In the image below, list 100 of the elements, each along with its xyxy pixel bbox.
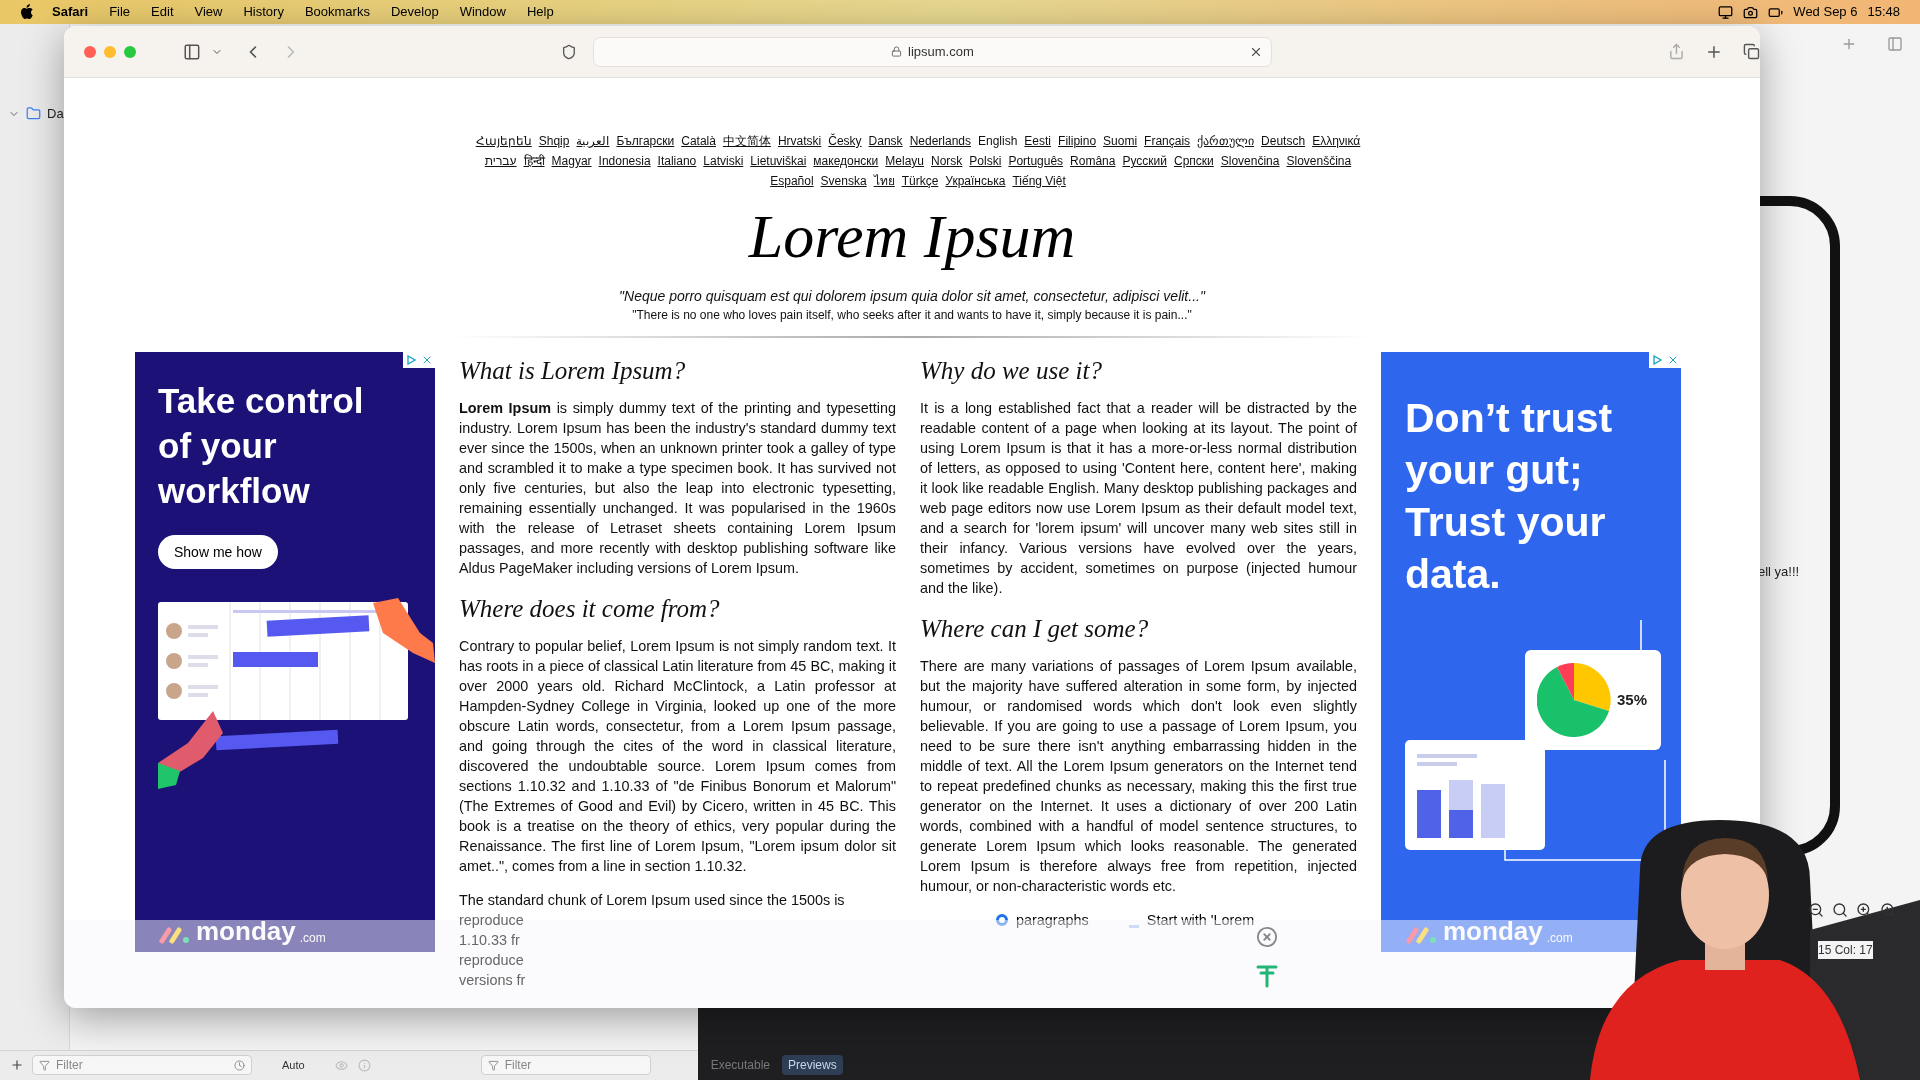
language-link[interactable]: Česky bbox=[828, 132, 862, 150]
ad-banner[interactable]: Take control of your workflow Show me how monday.com bbox=[135, 352, 435, 952]
navigator-item[interactable]: Da bbox=[47, 104, 64, 124]
preview-tab[interactable]: Executable bbox=[704, 1055, 776, 1075]
menu-item[interactable]: Edit bbox=[151, 2, 174, 22]
address-bar[interactable]: lipsum.com bbox=[592, 36, 1273, 67]
language-link[interactable]: ไทย bbox=[873, 172, 895, 190]
filter-icon[interactable] bbox=[487, 1059, 499, 1071]
close-icon[interactable] bbox=[1256, 926, 1278, 948]
language-link[interactable]: Magyar bbox=[551, 152, 592, 170]
filter-icon[interactable] bbox=[39, 1059, 50, 1071]
close-window-icon[interactable] bbox=[84, 45, 96, 58]
sidebar-toggle-icon[interactable] bbox=[1887, 36, 1903, 52]
language-link[interactable]: Suomi bbox=[1103, 132, 1138, 150]
language-link[interactable]: Indonesia bbox=[598, 152, 651, 170]
brand-name: monday bbox=[196, 918, 296, 944]
language-link[interactable]: Español bbox=[770, 172, 814, 190]
language-link[interactable]: עברית bbox=[484, 152, 517, 170]
language-link[interactable]: Türkçe bbox=[901, 172, 939, 190]
filter-box[interactable]: Filter bbox=[32, 1055, 252, 1075]
language-link[interactable]: Latviski bbox=[703, 152, 744, 170]
language-link[interactable]: Melayu bbox=[885, 152, 924, 170]
zoom-window-icon[interactable] bbox=[124, 45, 136, 58]
scheme-selector[interactable]: Auto bbox=[282, 1056, 305, 1074]
filter-field[interactable]: Filter bbox=[504, 1056, 625, 1074]
section-heading: Where can I get some? bbox=[920, 614, 1150, 644]
sidebar-toggle-icon[interactable] bbox=[183, 42, 201, 61]
language-link[interactable]: Norsk bbox=[931, 152, 963, 170]
language-link[interactable]: العربية bbox=[576, 132, 610, 150]
language-link[interactable]: Български bbox=[616, 132, 675, 150]
menu-clock[interactable]: Wed Sep 6 bbox=[1793, 2, 1858, 22]
language-link[interactable]: Româna bbox=[1070, 152, 1116, 170]
menu-item[interactable]: File bbox=[109, 2, 131, 22]
info-icon[interactable] bbox=[357, 1058, 371, 1072]
checkbox-option[interactable]: Start with 'Lorem bbox=[1128, 910, 1255, 930]
language-link[interactable]: Svenska bbox=[820, 172, 867, 190]
section-paragraph: There are many variations of passages of Lorem Ipsum available, but the majority have suffered alteration in some form, by injected humour, or randomised words which don't look even slightly believable. If you are going to use a passage of Lorem Ipsum, you need to be sure there isn't anything embarrassing hidden in the middle of text. All the Lorem Ipsum generators on the Internet tend to repeat predefined chunks as necessary, making this the first true generator on the Internet. It uses a dictionary of over 200 Latin words, combined with a handful of model sentence structures, to generate Lorem Ipsum which looks reasonable. The generated Lorem Ipsum is therefore always free from repetition, injected humour, or non-characteristic words etc. bbox=[920, 657, 1357, 896]
checkbox-icon[interactable] bbox=[1128, 924, 1139, 928]
zoom-out-icon[interactable] bbox=[1808, 902, 1824, 918]
menu-item[interactable]: Help bbox=[526, 2, 554, 22]
zoom-in-icon[interactable] bbox=[1880, 902, 1896, 918]
language-link[interactable]: हिन्दी bbox=[523, 152, 545, 170]
language-link[interactable]: Eesti bbox=[1024, 132, 1052, 150]
language-link[interactable]: Slovenščina bbox=[1286, 152, 1352, 170]
menu-item[interactable]: View bbox=[194, 2, 223, 22]
language-link[interactable]: македонски bbox=[813, 152, 879, 170]
language-link[interactable]: Italiano bbox=[657, 152, 697, 170]
folder-icon[interactable] bbox=[26, 106, 41, 122]
language-link[interactable]: Dansk bbox=[868, 132, 903, 150]
language-link[interactable]: Shqip bbox=[538, 132, 570, 150]
ad-headline: Don’t trust your gut; Trust your data. bbox=[1405, 394, 1614, 599]
eye-icon[interactable] bbox=[334, 1058, 348, 1072]
add-icon[interactable] bbox=[10, 1058, 24, 1072]
zoom-in-icon[interactable] bbox=[1856, 902, 1872, 918]
lock-icon bbox=[891, 46, 903, 57]
language-link[interactable]: Ελληνικά bbox=[1312, 132, 1361, 150]
language-link[interactable]: Deutsch bbox=[1261, 132, 1306, 150]
shield-icon[interactable] bbox=[560, 43, 577, 60]
tabs-overview-icon[interactable] bbox=[1743, 43, 1760, 60]
language-link[interactable]: Tiếng Việt bbox=[1012, 172, 1066, 190]
page-title: Lorem Ipsum bbox=[748, 201, 1076, 272]
faded-text: reproduce bbox=[459, 911, 524, 930]
ad-banner[interactable]: Don’t trust your gut; Trust your data. 35% monday.com bbox=[1381, 352, 1681, 952]
menu-item[interactable]: Develop bbox=[390, 2, 439, 22]
share-icon[interactable] bbox=[1668, 43, 1686, 60]
menu-clock-time[interactable]: 15:48 bbox=[1867, 2, 1900, 22]
filter-field[interactable]: Filter bbox=[56, 1056, 176, 1074]
radio-option[interactable]: paragraphs bbox=[996, 910, 1089, 930]
language-link[interactable]: Հայերեն bbox=[475, 132, 532, 150]
add-icon[interactable] bbox=[1841, 36, 1857, 52]
language-link[interactable]: Polski bbox=[969, 152, 1002, 170]
language-link[interactable]: Filipino bbox=[1058, 132, 1097, 150]
language-link[interactable]: Lietuviškai bbox=[750, 152, 807, 170]
menu-item[interactable]: Safari bbox=[52, 2, 89, 22]
language-link[interactable]: Pусский bbox=[1122, 152, 1167, 170]
language-link[interactable]: ქართული bbox=[1197, 132, 1255, 150]
minimize-window-icon[interactable] bbox=[104, 45, 116, 58]
filter-box[interactable]: Filter bbox=[480, 1055, 651, 1075]
display-icon[interactable] bbox=[1718, 4, 1734, 20]
language-link[interactable]: Català bbox=[681, 132, 716, 150]
apple-logo-icon[interactable] bbox=[20, 4, 34, 20]
language-link[interactable]: Українська bbox=[945, 172, 1006, 190]
language-link[interactable]: Slovenčina bbox=[1220, 152, 1280, 170]
zoom-fit-icon[interactable] bbox=[1832, 902, 1848, 918]
menu-item[interactable]: Window bbox=[459, 2, 506, 22]
preview-tab[interactable]: Previews bbox=[782, 1055, 843, 1075]
language-link[interactable]: Português bbox=[1008, 152, 1064, 170]
language-link[interactable]: Српски bbox=[1173, 152, 1214, 170]
language-link[interactable]: English bbox=[978, 132, 1018, 150]
ad-cta-button[interactable]: Show me how bbox=[158, 535, 278, 569]
language-link[interactable]: Nederlands bbox=[909, 132, 971, 150]
camera-icon[interactable] bbox=[1743, 4, 1759, 20]
menu-item[interactable]: History bbox=[243, 2, 284, 22]
language-link[interactable]: 中文简体 bbox=[722, 132, 771, 150]
clock-icon[interactable] bbox=[234, 1059, 245, 1071]
language-link[interactable]: Hrvatski bbox=[777, 132, 822, 150]
menu-item[interactable]: Bookmarks bbox=[304, 2, 370, 22]
language-link[interactable]: Français bbox=[1144, 132, 1191, 150]
radio-icon[interactable] bbox=[996, 914, 1008, 926]
faded-text: 1.10.33 fr bbox=[459, 931, 520, 950]
